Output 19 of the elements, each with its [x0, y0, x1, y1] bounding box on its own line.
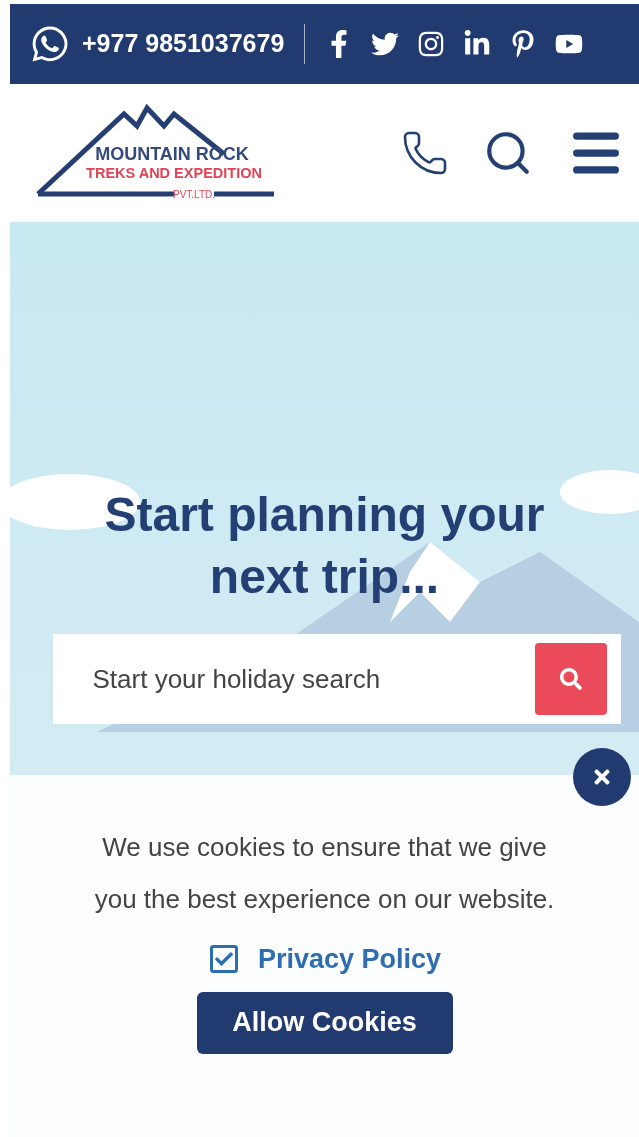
search-button[interactable]	[534, 643, 607, 715]
search-icon	[559, 668, 582, 690]
phone-number[interactable]: +977 9851037679	[82, 25, 285, 63]
checkbox[interactable]	[207, 943, 240, 976]
allow-cookies-button[interactable]: Allow Cookies	[196, 991, 453, 1054]
instagram-icon[interactable]	[417, 30, 446, 58]
search-field[interactable]: Start your holiday search	[52, 634, 621, 724]
hero-heading: Start planning your next trip...	[103, 487, 546, 605]
whatsapp-icon[interactable]	[30, 24, 70, 64]
logo-tagline: PVT.LTD.	[173, 189, 215, 200]
cookie-message: We use cookies to ensure that we give you the best experience on our website.	[93, 831, 556, 916]
logo-title: MOUNTAIN ROCK	[95, 144, 249, 164]
privacy-policy-link[interactable]: Privacy Policy	[257, 939, 442, 980]
logo-subtitle: TREKS AND EXPEDITION	[86, 165, 262, 181]
phone-icon[interactable]	[401, 129, 449, 177]
twitter-icon[interactable]	[371, 30, 400, 58]
close-button[interactable]	[573, 748, 631, 806]
linkedin-icon[interactable]	[463, 30, 492, 58]
logo[interactable]: MOUNTAIN ROCK TREKS AND EXPEDITION PVT.LTD.	[34, 98, 279, 208]
